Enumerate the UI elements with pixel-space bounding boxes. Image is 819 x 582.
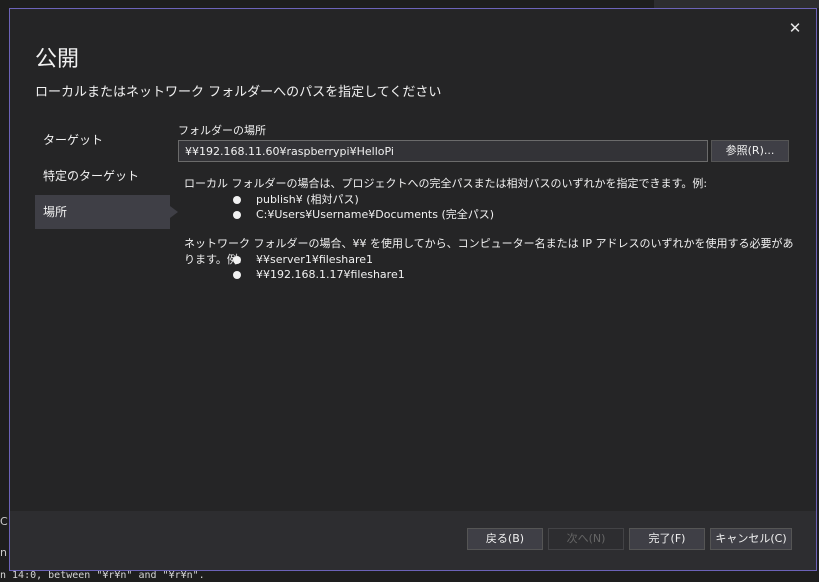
network-hint-text: ネットワーク フォルダーの場合、¥¥ を使用してから、コンピューター名または I… bbox=[184, 237, 794, 266]
wizard-nav: ターゲット 特定のターゲット 場所 bbox=[35, 123, 178, 231]
background-status-text: n 14:0, between "¥r¥n" and "¥r¥n". bbox=[0, 570, 205, 581]
local-folder-hint: ローカル フォルダーの場合は、プロジェクトへの完全パスまたは相対パスのいずれかを… bbox=[184, 176, 798, 222]
browse-button[interactable]: 参照(R)... bbox=[711, 140, 789, 162]
close-icon[interactable]: ✕ bbox=[786, 19, 804, 37]
bullet-icon bbox=[233, 271, 241, 279]
list-item: C:¥Users¥Username¥Documents (完全パス) bbox=[184, 207, 798, 222]
dialog-subtitle: ローカルまたはネットワーク フォルダーへのパスを指定してください bbox=[35, 85, 442, 100]
background-editor-char: C bbox=[0, 515, 8, 528]
next-button[interactable]: 次へ(N) bbox=[548, 528, 624, 550]
nav-item-label: 場所 bbox=[43, 205, 68, 219]
bullet-icon bbox=[233, 256, 241, 264]
nav-item-label: 特定のターゲット bbox=[43, 169, 140, 183]
location-panel: フォルダーの場所 参照(R)... ローカル フォルダーの場合は、プロジェクトへ… bbox=[178, 122, 798, 282]
back-button[interactable]: 戻る(B) bbox=[467, 528, 543, 550]
local-hint-text: ローカル フォルダーの場合は、プロジェクトへの完全パスまたは相対パスのいずれかを… bbox=[184, 177, 708, 190]
list-item: ¥¥192.168.1.17¥fileshare1 bbox=[184, 267, 798, 282]
finish-button[interactable]: 完了(F) bbox=[629, 528, 705, 550]
folder-location-label: フォルダーの場所 bbox=[178, 124, 266, 137]
background-editor-char: n bbox=[0, 546, 7, 559]
list-item: ¥¥server1¥fileshare1 bbox=[184, 252, 798, 267]
list-item: publish¥ (相対パス) bbox=[184, 192, 798, 207]
nav-item-location[interactable]: 場所 bbox=[35, 195, 178, 229]
bullet-icon bbox=[233, 196, 241, 204]
nav-item-label: ターゲット bbox=[43, 133, 104, 147]
background-window-strip bbox=[654, 0, 819, 8]
publish-dialog: ✕ 公開 ローカルまたはネットワーク フォルダーへのパスを指定してください ター… bbox=[9, 8, 817, 571]
dialog-footer: 戻る(B) 次へ(N) 完了(F) キャンセル(C) bbox=[10, 511, 816, 570]
nav-item-specific-target[interactable]: 特定のターゲット bbox=[35, 159, 170, 193]
network-folder-hint: ネットワーク フォルダーの場合、¥¥ を使用してから、コンピューター名または I… bbox=[184, 236, 798, 282]
folder-path-input[interactable] bbox=[178, 140, 708, 162]
dialog-title: 公開 bbox=[35, 47, 80, 72]
nav-item-target[interactable]: ターゲット bbox=[35, 123, 170, 157]
bullet-icon bbox=[233, 211, 241, 219]
cancel-button[interactable]: キャンセル(C) bbox=[710, 528, 792, 550]
